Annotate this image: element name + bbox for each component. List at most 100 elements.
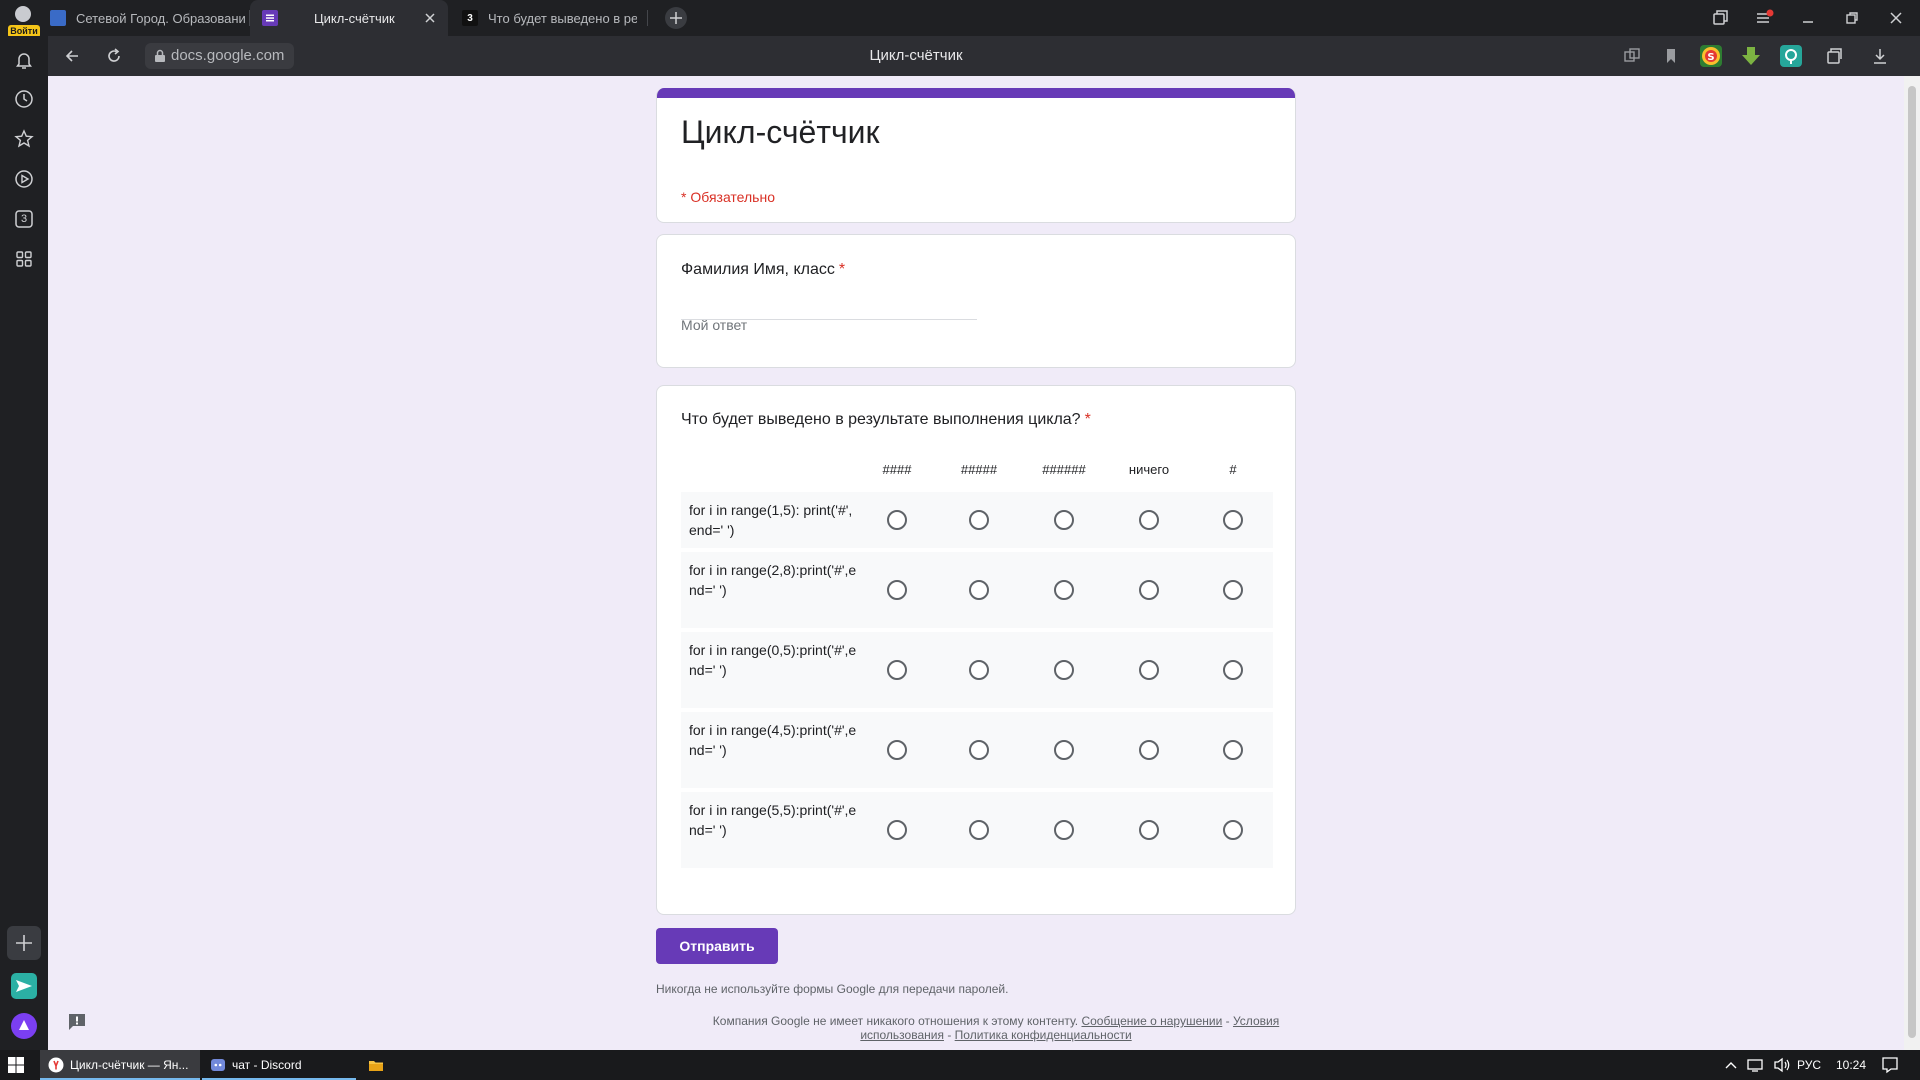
radio-option[interactable] xyxy=(887,510,907,530)
avatar-icon xyxy=(15,6,31,22)
notifications-bell-icon[interactable] xyxy=(13,49,35,71)
radio-option[interactable] xyxy=(1223,510,1243,530)
radio-option[interactable] xyxy=(1223,740,1243,760)
video-play-icon[interactable] xyxy=(13,168,35,190)
scrollbar-thumb[interactable] xyxy=(1908,86,1916,1038)
radio-option[interactable] xyxy=(1139,580,1159,600)
radio-option[interactable] xyxy=(969,820,989,840)
taskbar-item-discord[interactable]: чат - Discord xyxy=(202,1050,356,1080)
add-panel-plus-icon[interactable] xyxy=(7,926,41,960)
question-grid-card: Что будет выведено в результате выполнен… xyxy=(656,385,1296,915)
apps-grid-icon[interactable] xyxy=(13,248,35,270)
required-note: * Обязательно xyxy=(681,189,775,205)
column-header: #### xyxy=(882,462,912,477)
taskbar-item-browser[interactable]: Цикл-счётчик — Ян... xyxy=(40,1050,200,1080)
download-arrow-green-icon[interactable] xyxy=(1740,45,1762,67)
notification-center-icon[interactable] xyxy=(1880,1050,1900,1080)
profile-avatar[interactable]: Войти xyxy=(6,4,40,38)
row-label: for i in range(1,5): print('#',end=' ') xyxy=(689,502,853,538)
row-label: for i in range(2,8):print('#',end=' ') xyxy=(689,562,857,598)
collections-icon[interactable] xyxy=(1824,46,1844,66)
radio-option[interactable] xyxy=(1139,740,1159,760)
url-field[interactable]: docs.google.com xyxy=(145,43,295,69)
radio-option[interactable] xyxy=(1139,510,1159,530)
close-icon[interactable] xyxy=(1886,8,1906,28)
row-label: for i in range(4,5):print('#',end=' ') xyxy=(689,722,857,758)
radio-option[interactable] xyxy=(887,660,907,680)
radio-option[interactable] xyxy=(1054,660,1074,680)
privacy-link[interactable]: Политика конфиденциальности xyxy=(955,1028,1132,1042)
tab-favicon-icon: 3 xyxy=(462,10,478,26)
grid-row: for i in range(0,5):print('#',end=' ') xyxy=(681,632,1273,708)
extension-s-icon[interactable]: S xyxy=(1700,45,1722,67)
form-header-card: Цикл-счётчик * Обязательно xyxy=(656,88,1296,223)
column-header: ##### xyxy=(960,462,998,477)
radio-option[interactable] xyxy=(1054,580,1074,600)
translate-icon[interactable] xyxy=(1622,46,1642,66)
reload-icon[interactable] xyxy=(104,46,124,66)
radio-option[interactable] xyxy=(1223,580,1243,600)
page-scrollbar[interactable] xyxy=(1904,76,1920,1050)
password-warning: Никогда не используйте формы Google для … xyxy=(656,982,1009,996)
row-label: for i in range(0,5):print('#',end=' ') xyxy=(689,642,857,678)
input-language[interactable]: РУС xyxy=(1797,1050,1821,1080)
taskbar-item-explorer[interactable] xyxy=(360,1050,400,1080)
radio-option[interactable] xyxy=(1139,660,1159,680)
radio-option[interactable] xyxy=(969,660,989,680)
tab-title: Сетевой Город. Образование xyxy=(76,10,245,26)
zen-badge-icon[interactable]: 3 xyxy=(13,208,35,230)
radio-option[interactable] xyxy=(887,820,907,840)
volume-icon[interactable] xyxy=(1772,1050,1792,1080)
question-title: Фамилия Имя, класс * xyxy=(681,261,845,279)
tab-setevoy-gorod[interactable]: Сетевой Город. Образование xyxy=(50,0,245,36)
radio-option[interactable] xyxy=(1223,660,1243,680)
grid-row: for i in range(2,8):print('#',end=' ') xyxy=(681,552,1273,628)
radio-option[interactable] xyxy=(1054,510,1074,530)
question-name-card: Фамилия Имя, класс * Мой ответ xyxy=(656,234,1296,368)
svg-text:S: S xyxy=(1707,52,1714,63)
history-clock-icon[interactable] xyxy=(13,88,35,110)
tabs-overview-icon[interactable] xyxy=(1710,8,1730,28)
clock-time[interactable]: 10:24 xyxy=(1836,1050,1866,1080)
radio-option[interactable] xyxy=(1054,820,1074,840)
question-title: Что будет выведено в результате выполнен… xyxy=(681,411,1091,429)
grid-row: for i in range(1,5): print('#',end=' ') xyxy=(681,492,1273,548)
new-tab-button[interactable] xyxy=(665,7,687,29)
report-abuse-link[interactable]: Сообщение о нарушении xyxy=(1081,1014,1222,1028)
tray-chevron-icon[interactable] xyxy=(1724,1050,1738,1080)
grid-row: for i in range(4,5):print('#',end=' ') xyxy=(681,712,1273,788)
alice-assistant-icon[interactable] xyxy=(10,1012,38,1040)
radio-option[interactable] xyxy=(1054,740,1074,760)
windows-start-icon[interactable] xyxy=(8,1057,24,1073)
favorites-star-icon[interactable] xyxy=(13,128,35,150)
maximize-icon[interactable] xyxy=(1842,8,1862,28)
report-problem-icon[interactable] xyxy=(66,1011,88,1033)
extension-shield-icon[interactable] xyxy=(1780,45,1802,67)
network-icon[interactable] xyxy=(1746,1050,1764,1080)
url-text: docs.google.com xyxy=(171,47,285,64)
tab-cikl-schetchik[interactable]: Цикл-счётчик xyxy=(250,0,448,36)
radio-option[interactable] xyxy=(969,740,989,760)
required-star: * xyxy=(1084,411,1091,428)
footer-separator: - xyxy=(947,1028,952,1042)
menu-icon[interactable] xyxy=(1754,8,1774,28)
yandex-browser-icon xyxy=(48,1057,64,1073)
page-title: Цикл-счётчик xyxy=(869,47,963,64)
messenger-send-icon[interactable] xyxy=(10,972,38,1000)
radio-option[interactable] xyxy=(1223,820,1243,840)
form-page: Цикл-счётчик * Обязательно Фамилия Имя, … xyxy=(48,76,1904,1050)
radio-option[interactable] xyxy=(887,580,907,600)
bookmark-icon[interactable] xyxy=(1661,46,1681,66)
download-icon[interactable] xyxy=(1870,46,1890,66)
tab-close-icon[interactable] xyxy=(422,10,438,26)
radio-option[interactable] xyxy=(1139,820,1159,840)
radio-option[interactable] xyxy=(887,740,907,760)
radio-option[interactable] xyxy=(969,510,989,530)
file-explorer-icon xyxy=(368,1057,384,1073)
minimize-icon[interactable] xyxy=(1798,8,1818,28)
footer-disclaimer: Компания Google не имеет никакого отноше… xyxy=(656,1014,1296,1042)
back-icon[interactable] xyxy=(62,46,82,66)
tab-chto-budet[interactable]: 3 Что будет выведено в результате xyxy=(462,0,637,36)
submit-button[interactable]: Отправить xyxy=(656,928,778,964)
radio-option[interactable] xyxy=(969,580,989,600)
